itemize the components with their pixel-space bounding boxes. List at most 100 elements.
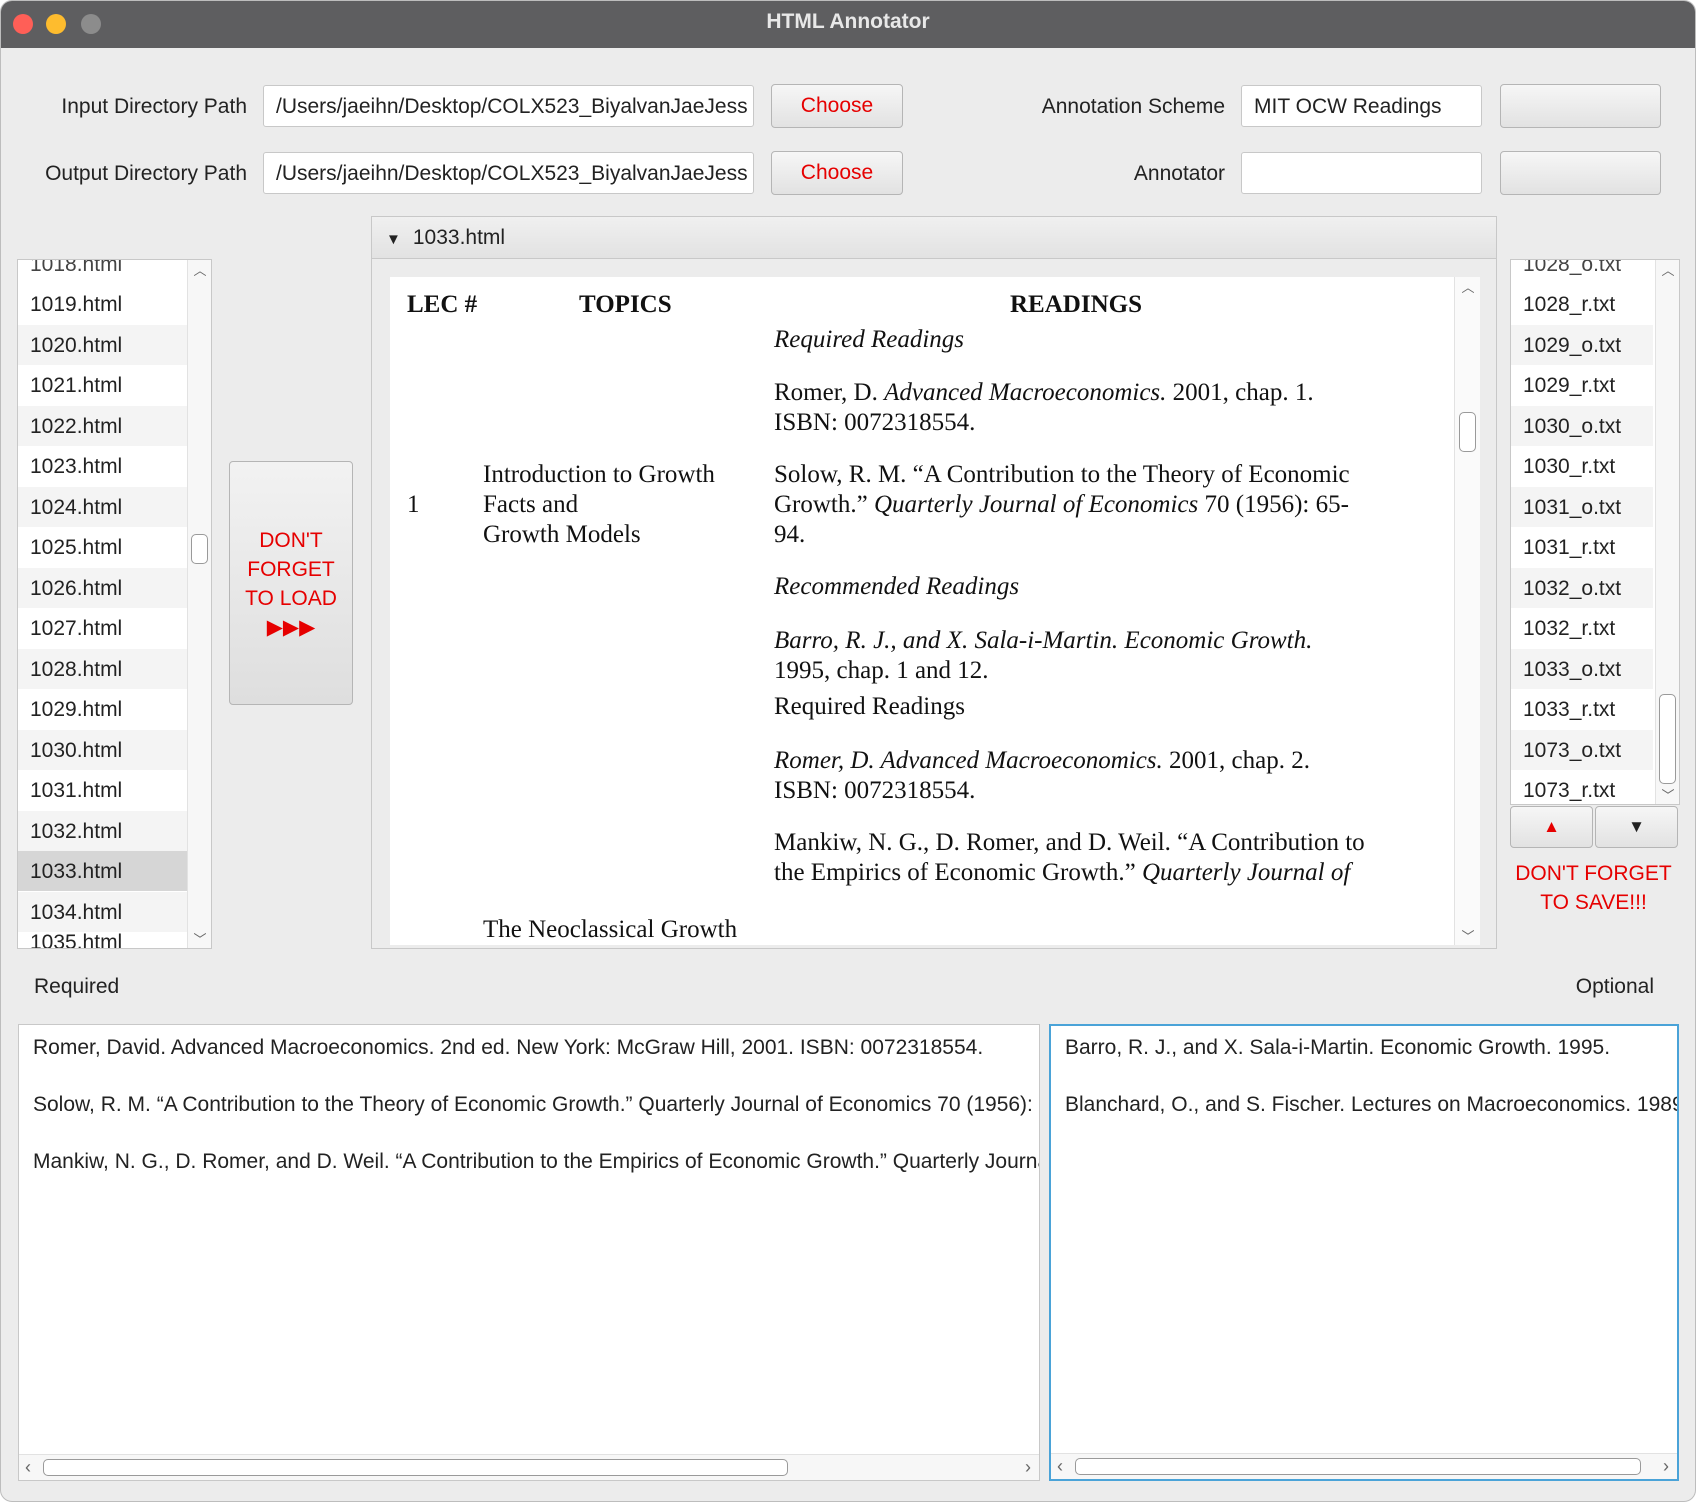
html-preview[interactable]: LEC # TOPICS READINGS Required Readings … [390,277,1480,945]
document-viewer: ▼ 1033.html LEC # TOPICS READINGS Require… [371,216,1497,949]
topic-line: Facts and [483,491,579,518]
list-item[interactable]: 1035.html [18,922,188,948]
topic-line: Growth Models [483,521,641,548]
citation-line[interactable]: Romer, David. Advanced Macroeconomics. 2… [33,1036,983,1060]
output-list-scrollbar[interactable]: ︿ ﹀ [1655,260,1679,804]
list-item[interactable]: 1024.html [18,486,188,527]
move-down-button[interactable]: ▼ [1595,806,1678,848]
annotator-field[interactable] [1241,152,1482,194]
annotator-confirm-button[interactable] [1500,151,1661,195]
reading-title: Quarterly Journal of [1141,859,1351,886]
list-item[interactable]: 1030_o.txt [1511,405,1653,446]
reading-line: Romer, D. Advanced Macroeconomics. 2001,… [774,746,1310,776]
required-readings-heading: Required Readings [774,326,965,353]
reading-text: Romer, D. [774,379,885,406]
input-file-list[interactable]: 1018.html 1019.html 1020.html 1021.html 102… [17,259,212,949]
output-directory-field[interactable]: /Users/jaeihn/Desktop/COLX523_BiyalvanJa… [263,152,754,194]
reading-text: 70 (1956): 65- [1198,491,1349,518]
scroll-up-arrow-icon[interactable]: ︿ [1455,277,1480,296]
scroll-thumb[interactable] [191,534,208,564]
list-item[interactable]: 1027.html [18,608,188,648]
viewer-scrollbar[interactable]: ︿ ﹀ [1454,277,1480,945]
list-item[interactable]: 1033_o.txt [1511,648,1653,689]
list-item[interactable]: 1032_r.txt [1511,608,1653,648]
list-item[interactable]: 1023.html [18,446,188,486]
scroll-thumb[interactable] [1075,1458,1641,1475]
list-item[interactable]: 1031_o.txt [1511,486,1653,527]
scroll-right-arrow-icon[interactable]: › [1025,1457,1031,1478]
reading-text: Growth.” [774,491,874,518]
list-item[interactable]: 1019.html [18,284,188,324]
scroll-up-arrow-icon[interactable]: ︿ [1656,260,1679,279]
reading-line: Barro, R. J., and X. Sala-i-Martin. Econ… [774,627,1313,654]
scroll-thumb[interactable] [1459,412,1476,452]
list-item[interactable]: 1028_r.txt [1511,284,1653,324]
optional-textarea[interactable]: Barro, R. J., and X. Sala-i-Martin. Econ… [1049,1024,1679,1481]
list-item[interactable]: 1033_r.txt [1511,689,1653,729]
file-list-scrollbar[interactable]: ︿ ﹀ [187,260,211,948]
collapse-triangle-icon[interactable]: ▼ [386,231,401,248]
up-triangle-icon: ▲ [1543,817,1560,836]
input-directory-label: Input Directory Path [61,95,247,118]
choose-output-button[interactable]: Choose [771,151,903,195]
list-item[interactable]: 1073_r.txt [1511,770,1653,804]
required-textarea[interactable]: Romer, David. Advanced Macroeconomics. 2… [18,1024,1040,1481]
scroll-up-arrow-icon[interactable]: ︿ [188,260,211,279]
recommended-readings-heading: Recommended Readings [774,573,1020,600]
list-item[interactable]: 1018.html [18,260,188,284]
reading-text: 2001, chap. 2. [1162,747,1310,774]
list-item[interactable]: 1029.html [18,689,188,729]
list-item[interactable]: 1029_o.txt [1511,324,1653,365]
reading-line: ISBN: 0072318554. [774,409,976,436]
list-item[interactable]: 1025.html [18,527,188,567]
save-reminder-line: DON'T FORGET [1515,862,1672,885]
topic-line: The Neoclassical Growth [483,916,738,943]
list-item[interactable]: 1032.html [18,810,188,851]
optional-label: Optional [1575,975,1654,998]
list-item[interactable]: 1030_r.txt [1511,446,1653,486]
scroll-down-arrow-icon[interactable]: ﹀ [188,929,211,948]
scroll-left-arrow-icon[interactable]: ‹ [1057,1456,1063,1477]
load-button-line: FORGET [247,558,335,581]
list-item[interactable]: 1031.html [18,770,188,810]
citation-line[interactable]: Mankiw, N. G., D. Romer, and D. Weil. “A… [33,1150,1039,1174]
input-directory-field[interactable]: /Users/jaeihn/Desktop/COLX523_BiyalvanJa… [263,85,754,127]
scroll-down-arrow-icon[interactable]: ﹀ [1455,926,1480,945]
scroll-down-arrow-icon[interactable]: ﹀ [1656,785,1679,804]
list-item[interactable]: 1032_o.txt [1511,567,1653,608]
reading-title: Advanced Macroeconomics. [884,379,1167,406]
output-file-list[interactable]: 1028_o.txt 1028_r.txt 1029_o.txt 1029_r.tx… [1510,259,1680,805]
list-item[interactable]: 1029_r.txt [1511,365,1653,405]
required-hscrollbar[interactable]: ‹ › [19,1454,1039,1480]
scroll-left-arrow-icon[interactable]: ‹ [25,1457,31,1478]
list-item[interactable]: 1020.html [18,324,188,365]
choose-input-button[interactable]: Choose [771,84,903,128]
citation-line[interactable]: Blanchard, O., and S. Fischer. Lectures … [1065,1093,1677,1117]
list-item[interactable]: 1026.html [18,567,188,608]
reading-title: Quarterly Journal of Economics [873,491,1199,518]
list-item[interactable]: 1033.html [18,851,188,891]
reading-line: Romer, D. Advanced Macroeconomics. 2001,… [774,378,1314,408]
optional-hscrollbar[interactable]: ‹ › [1051,1453,1677,1479]
viewer-header[interactable]: ▼ 1033.html [372,217,1496,259]
list-item[interactable]: 1028.html [18,648,188,689]
scroll-thumb[interactable] [1659,694,1676,784]
reading-line: Growth.” Quarterly Journal of Economics … [774,490,1349,520]
list-item[interactable]: 1030.html [18,729,188,770]
citation-line[interactable]: Barro, R. J., and X. Sala-i-Martin. Econ… [1065,1036,1610,1060]
citation-line[interactable]: Solow, R. M. “A Contribution to the Theo… [33,1093,1039,1117]
load-button[interactable]: DON'T FORGET TO LOAD ▶▶▶ [229,461,353,705]
list-item[interactable]: 1021.html [18,365,188,405]
list-item[interactable]: 1022.html [18,405,188,446]
scroll-thumb[interactable] [43,1459,788,1476]
list-item[interactable]: 1073_o.txt [1511,729,1653,770]
move-up-button[interactable]: ▲ [1510,806,1593,848]
annotator-label: Annotator [1133,162,1225,185]
list-item[interactable]: 1031_r.txt [1511,527,1653,567]
scheme-confirm-button[interactable] [1500,84,1661,128]
scroll-right-arrow-icon[interactable]: › [1663,1456,1669,1477]
header-readings: READINGS [1010,291,1142,318]
annotation-scheme-field[interactable]: MIT OCW Readings [1241,85,1482,127]
app-window: HTML Annotator Input Directory Path /Use… [0,0,1696,1502]
list-item[interactable]: 1028_o.txt [1511,260,1653,284]
